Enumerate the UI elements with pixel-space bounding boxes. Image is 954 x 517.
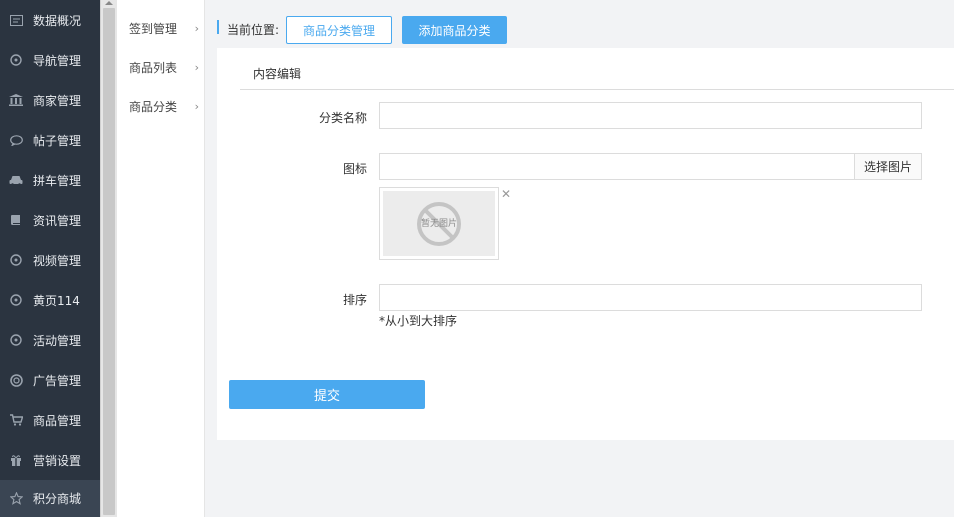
scroll-thumb[interactable] [103, 8, 115, 515]
tab-divider [240, 89, 954, 90]
sidebar-item-label: 黄页114 [33, 293, 80, 308]
compass-icon [9, 53, 23, 67]
sidebar-item-points-mall[interactable]: 积分商城 [0, 480, 100, 517]
chevron-right-icon: › [194, 99, 199, 113]
sidebar-item-carpool[interactable]: 拼车管理 [0, 160, 100, 200]
sidebar-item-label: 数据概况 [33, 13, 82, 28]
sidebar-item-events[interactable]: 活动管理 [0, 320, 100, 360]
sidebar-item-goods[interactable]: 商品管理 [0, 400, 100, 440]
sidebar-item-yellow-pages[interactable]: 黄页114 [0, 280, 100, 320]
tab-content-edit[interactable]: 内容编辑 [253, 65, 301, 82]
sidebar-item-video[interactable]: 视频管理 [0, 240, 100, 280]
bank-icon [9, 93, 23, 107]
sidebar-item-label: 营销设置 [33, 453, 82, 468]
icon-preview: 暂无图片 [379, 187, 499, 260]
secondary-menu: 签到管理 › 商品列表 › 商品分类 › [117, 0, 205, 517]
sidebar-item-label: 帖子管理 [33, 133, 82, 148]
sidebar-item-label: 商家管理 [33, 93, 82, 108]
select-image-button[interactable]: 选择图片 [854, 153, 922, 180]
add-category-button[interactable]: 添加商品分类 [402, 16, 507, 44]
submenu-item-label: 签到管理 [129, 21, 178, 36]
sidebar-item-nav[interactable]: 导航管理 [0, 40, 100, 80]
main-sidebar: 数据概况 导航管理 商家管理 帖子管理 拼车管理 资讯管理 视频管理 黄页114… [0, 0, 100, 517]
lifebuoy-icon [9, 373, 23, 387]
submenu-item-goods-category[interactable]: 商品分类 › [129, 96, 199, 116]
category-manage-button[interactable]: 商品分类管理 [286, 16, 392, 44]
sidebar-item-label: 商品管理 [33, 413, 82, 428]
sidebar-item-label: 积分商城 [33, 492, 82, 506]
gift-icon [9, 453, 23, 467]
breadcrumb-label: 当前位置: [227, 23, 280, 37]
sidebar-item-label: 视频管理 [33, 253, 82, 268]
category-name-input[interactable] [379, 102, 922, 129]
sidebar-item-ads[interactable]: 广告管理 [0, 360, 100, 400]
sidebar-item-merchant[interactable]: 商家管理 [0, 80, 100, 120]
submenu-item-checkin[interactable]: 签到管理 › [129, 18, 199, 38]
close-icon[interactable]: ✕ [501, 187, 511, 201]
compass-icon [9, 293, 23, 307]
sidebar-item-marketing[interactable]: 营销设置 [0, 440, 100, 480]
no-image-placeholder: 暂无图片 [383, 191, 495, 256]
cart-icon [9, 413, 23, 427]
sort-hint: *从小到大排序 [379, 314, 458, 328]
scroll-up-arrow-icon[interactable] [101, 0, 117, 8]
comment-icon [9, 133, 23, 147]
dashboard-icon [9, 13, 23, 27]
book-icon [9, 213, 23, 227]
breadcrumb-marker [217, 20, 219, 34]
chevron-right-icon: › [194, 21, 199, 35]
submit-button[interactable]: 提交 [229, 380, 425, 409]
star-icon [9, 492, 23, 506]
sort-input[interactable] [379, 284, 922, 311]
submenu-item-label: 商品列表 [129, 60, 178, 75]
car-icon [9, 173, 23, 187]
category-name-label: 分类名称 [318, 111, 367, 125]
chevron-right-icon: › [194, 60, 199, 74]
content-panel: 内容编辑 分类名称 图标 选择图片 暂无图片 ✕ 排序 *从小到大排序 提交 [217, 48, 954, 440]
sidebar-item-data-overview[interactable]: 数据概况 [0, 0, 100, 40]
icon-path-input[interactable] [379, 153, 855, 180]
sidebar-item-label: 广告管理 [33, 373, 82, 388]
sort-label: 排序 [342, 293, 367, 307]
sidebar-item-label: 拼车管理 [33, 173, 82, 188]
icon-label: 图标 [342, 162, 367, 176]
sidebar-item-label: 活动管理 [33, 333, 82, 348]
compass-icon [9, 333, 23, 347]
sidebar-item-news[interactable]: 资讯管理 [0, 200, 100, 240]
submenu-item-label: 商品分类 [129, 99, 178, 114]
sidebar-item-posts[interactable]: 帖子管理 [0, 120, 100, 160]
breadcrumb: 当前位置: 商品分类管理 添加商品分类 [205, 0, 954, 48]
sidebar-item-label: 导航管理 [33, 53, 82, 68]
sidebar-item-label: 资讯管理 [33, 213, 82, 228]
compass-icon [9, 253, 23, 267]
no-image-text: 暂无图片 [420, 218, 457, 229]
submenu-item-goods-list[interactable]: 商品列表 › [129, 57, 199, 77]
sidebar-scrollbar[interactable] [100, 0, 117, 517]
